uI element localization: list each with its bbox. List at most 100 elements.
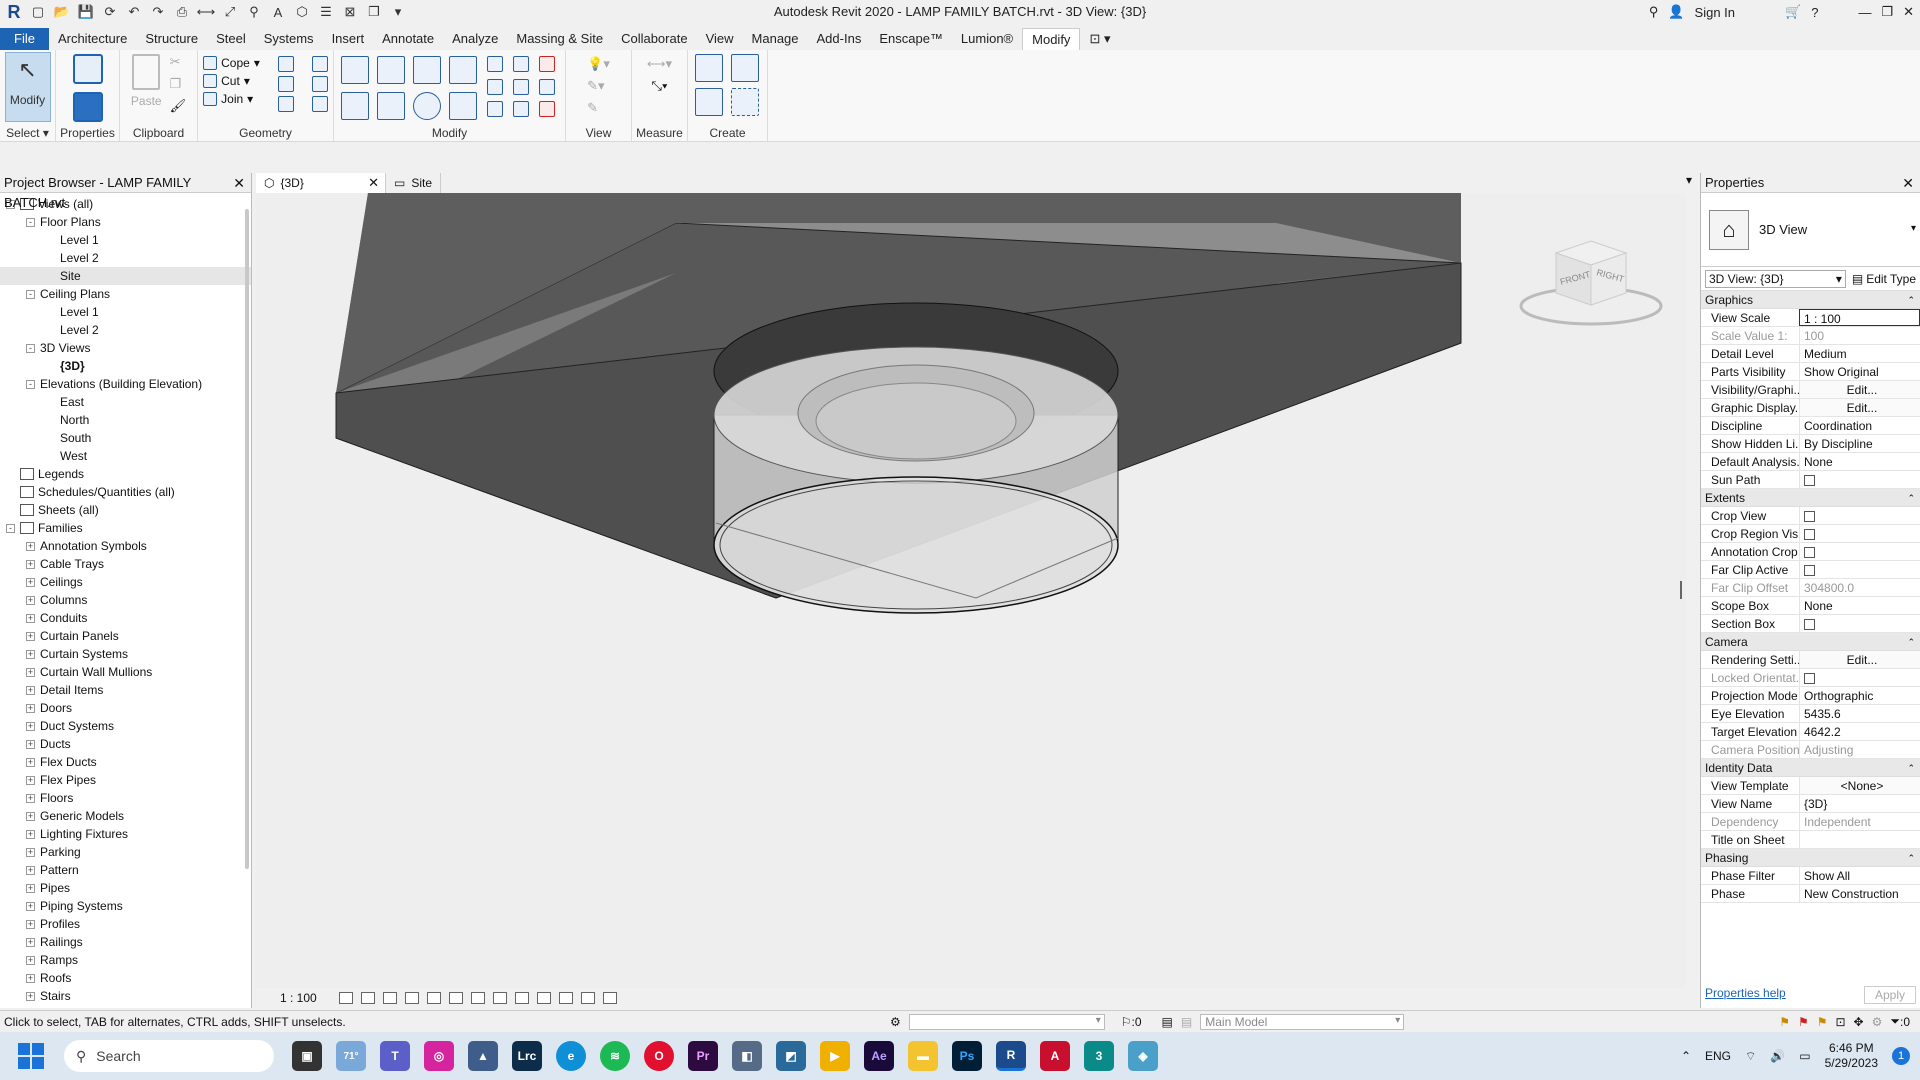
expand-icon[interactable]: +	[26, 631, 35, 641]
show-crop-icon[interactable]	[470, 992, 485, 1004]
close-button[interactable]: ✕	[1903, 4, 1914, 20]
expand-icon[interactable]: +	[26, 847, 35, 857]
minimize-button[interactable]: —	[1858, 5, 1871, 20]
copy-modify-icon[interactable]	[376, 92, 405, 120]
browser-scrollbar[interactable]	[245, 209, 249, 869]
paste-button[interactable]: Paste	[131, 54, 162, 114]
expand-icon[interactable]: +	[26, 541, 35, 551]
enscape-icon[interactable]: ◈	[1128, 1041, 1158, 1071]
modify-select-button[interactable]: ↖ Modify	[4, 52, 51, 122]
unpin-icon[interactable]	[538, 56, 555, 72]
sun-path-icon[interactable]	[382, 992, 397, 1004]
tree-item[interactable]: + Detail Items	[0, 681, 251, 699]
customize-qat-icon[interactable]: ▾	[388, 3, 408, 21]
tree-item[interactable]: + Curtain Panels	[0, 627, 251, 645]
ribbon-tab-analyze[interactable]: Analyze	[443, 28, 507, 50]
tree-item[interactable]: + Annotation Symbols	[0, 537, 251, 555]
open-icon[interactable]: 📂	[52, 3, 72, 21]
expand-icon[interactable]: +	[26, 775, 35, 785]
property-value[interactable]: 5435.6	[1799, 705, 1920, 722]
expand-icon[interactable]: +	[26, 559, 35, 569]
array-icon[interactable]	[486, 78, 503, 95]
property-group-header[interactable]: Camera ⌃	[1701, 633, 1920, 651]
property-group-header[interactable]: Phasing ⌃	[1701, 849, 1920, 867]
split-gap-icon[interactable]	[512, 56, 529, 72]
tree-item[interactable]: West	[0, 447, 251, 465]
collapse-icon[interactable]: -	[26, 379, 35, 389]
expand-icon[interactable]: +	[26, 991, 35, 1001]
expand-icon[interactable]: +	[26, 793, 35, 803]
undo-icon[interactable]: ↶	[124, 3, 144, 21]
tree-item[interactable]: + Ceilings	[0, 573, 251, 591]
worksharing-icon[interactable]	[558, 992, 573, 1004]
tree-item[interactable]: -3D Views	[0, 339, 251, 357]
revit-taskbar-icon[interactable]: R	[996, 1041, 1026, 1071]
tree-item[interactable]: East	[0, 393, 251, 411]
expand-icon[interactable]: +	[26, 865, 35, 875]
select-pinned-icon[interactable]: ⚑	[1817, 1015, 1828, 1029]
tree-item[interactable]: Site	[0, 267, 251, 285]
chart-app-icon[interactable]: ▲	[468, 1041, 498, 1071]
help-icon[interactable]: ?	[1811, 5, 1818, 20]
tab-site[interactable]: ▭ Site	[386, 173, 442, 193]
scale-icon[interactable]	[512, 78, 529, 95]
tree-item[interactable]: + Profiles	[0, 915, 251, 933]
collapse-group-icon[interactable]: ⌃	[1907, 759, 1915, 777]
rotate-icon[interactable]	[412, 92, 441, 120]
tree-item[interactable]: + Floors	[0, 789, 251, 807]
ribbon-tab-steel[interactable]: Steel	[207, 28, 255, 50]
measure-icon[interactable]: ⟷	[196, 3, 216, 21]
ribbon-tab-systems[interactable]: Systems	[255, 28, 323, 50]
property-value[interactable]: {3D}	[1799, 795, 1920, 812]
apply-button[interactable]: Apply	[1863, 986, 1916, 1004]
sketchup-icon[interactable]: ◧	[732, 1041, 762, 1071]
create-parts-icon[interactable]	[730, 54, 759, 82]
media-player-icon[interactable]: ▶	[820, 1041, 850, 1071]
property-group-header[interactable]: Identity Data ⌃	[1701, 759, 1920, 777]
shadows-icon[interactable]	[404, 992, 419, 1004]
delete-icon[interactable]	[538, 101, 555, 118]
tree-item[interactable]: Schedules/Quantities (all)	[0, 483, 251, 501]
tree-item[interactable]: + Ramps	[0, 951, 251, 969]
expand-icon[interactable]: +	[26, 739, 35, 749]
expand-icon[interactable]: +	[26, 667, 35, 677]
property-edit-button[interactable]: <None>	[1799, 777, 1920, 794]
save-icon[interactable]: 💾	[76, 3, 96, 21]
crop-view-icon[interactable]	[448, 992, 463, 1004]
teams-icon[interactable]: T	[380, 1041, 410, 1071]
tree-item[interactable]: + Parking	[0, 843, 251, 861]
ribbon-tab-add-ins[interactable]: Add-Ins	[808, 28, 871, 50]
expand-icon[interactable]: +	[26, 919, 35, 929]
property-value[interactable]: Medium	[1799, 345, 1920, 362]
chevron-down-icon[interactable]: ▾	[1911, 223, 1916, 234]
default-3d-icon[interactable]: ⬡	[292, 3, 312, 21]
collapse-icon[interactable]: -	[26, 289, 35, 299]
workset-dropdown[interactable]	[908, 1013, 1105, 1030]
property-value[interactable]: Orthographic	[1799, 687, 1920, 704]
tag-icon[interactable]: ⚲	[244, 3, 264, 21]
expand-icon[interactable]: +	[26, 973, 35, 983]
create-assembly-icon[interactable]	[694, 54, 723, 82]
close-icon[interactable]: ✕	[233, 173, 245, 193]
cut-clipboard-icon[interactable]: ✂	[170, 54, 187, 70]
viewcube[interactable]: FRONT RIGHT	[1519, 240, 1663, 326]
canvas-splitter[interactable]	[1680, 581, 1682, 599]
aligned-dimension-icon[interactable]: ⤡▾	[652, 78, 668, 94]
paint-icon[interactable]	[311, 56, 328, 72]
tree-item[interactable]: - Ceiling Plans	[0, 285, 251, 303]
tree-item[interactable]: + Ducts	[0, 735, 251, 753]
wall-joins-icon[interactable]	[277, 76, 294, 92]
drag-on-selection-icon[interactable]: ✥	[1854, 1015, 1864, 1029]
tree-item[interactable]: + Stairs	[0, 987, 251, 1005]
select-by-face-icon[interactable]: ⊡	[1835, 1015, 1845, 1029]
property-value[interactable]: Show Original	[1799, 363, 1920, 380]
ribbon-tab-architecture[interactable]: Architecture	[49, 28, 136, 50]
ribbon-tab-collaborate[interactable]: Collaborate	[612, 28, 697, 50]
opera-icon[interactable]: O	[644, 1041, 674, 1071]
expand-icon[interactable]: +	[26, 811, 35, 821]
tree-item[interactable]: + Cable Trays	[0, 555, 251, 573]
tree-item[interactable]: + Conduits	[0, 609, 251, 627]
tree-item[interactable]: + Pipes	[0, 879, 251, 897]
revit-logo-icon[interactable]: R	[4, 2, 24, 22]
expand-icon[interactable]: +	[26, 883, 35, 893]
